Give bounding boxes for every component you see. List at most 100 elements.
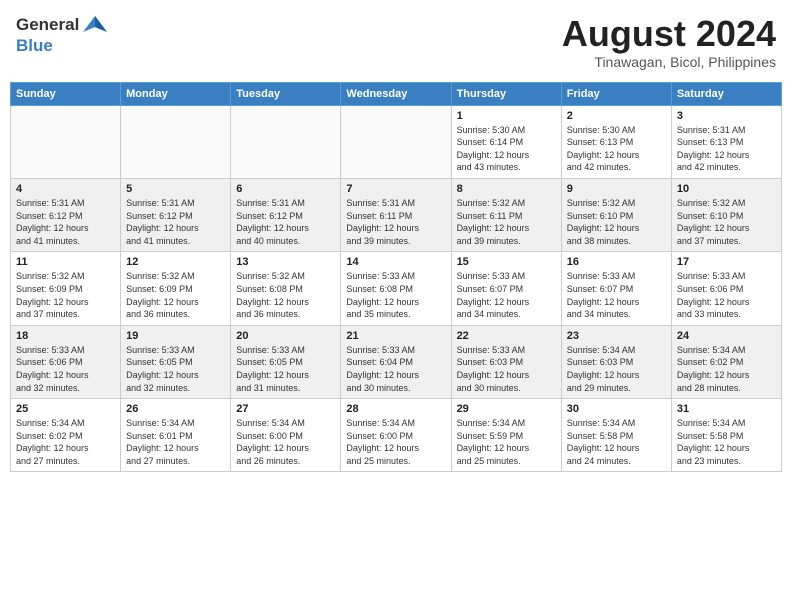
day-info: Sunrise: 5:34 AM Sunset: 5:58 PM Dayligh… xyxy=(677,417,776,467)
day-number: 4 xyxy=(16,183,115,195)
day-number: 27 xyxy=(236,403,335,415)
calendar-cell: 28 Sunrise: 5:34 AM Sunset: 6:00 PM Dayli… xyxy=(341,399,451,472)
day-number: 29 xyxy=(457,403,556,415)
day-info: Sunrise: 5:34 AM Sunset: 6:02 PM Dayligh… xyxy=(677,344,776,394)
col-thursday: Thursday xyxy=(451,82,561,105)
day-info: Sunrise: 5:33 AM Sunset: 6:07 PM Dayligh… xyxy=(567,270,666,320)
calendar-cell xyxy=(11,105,121,178)
day-info: Sunrise: 5:33 AM Sunset: 6:03 PM Dayligh… xyxy=(457,344,556,394)
calendar-header-row: Sunday Monday Tuesday Wednesday Thursday… xyxy=(11,82,782,105)
day-number: 24 xyxy=(677,330,776,342)
col-sunday: Sunday xyxy=(11,82,121,105)
week-row-1: 1 Sunrise: 5:30 AM Sunset: 6:14 PM Daylig… xyxy=(11,105,782,178)
location: Tinawagan, Bicol, Philippines xyxy=(562,54,776,70)
calendar-table: Sunday Monday Tuesday Wednesday Thursday… xyxy=(10,82,782,473)
calendar-cell: 4 Sunrise: 5:31 AM Sunset: 6:12 PM Daylig… xyxy=(11,178,121,251)
calendar-cell: 24 Sunrise: 5:34 AM Sunset: 6:02 PM Dayli… xyxy=(671,325,781,398)
calendar-cell: 1 Sunrise: 5:30 AM Sunset: 6:14 PM Daylig… xyxy=(451,105,561,178)
day-info: Sunrise: 5:33 AM Sunset: 6:05 PM Dayligh… xyxy=(236,344,335,394)
calendar-cell: 2Sunrise: 5:30 AM Sunset: 6:13 PM Daylig… xyxy=(561,105,671,178)
day-info: Sunrise: 5:31 AM Sunset: 6:11 PM Dayligh… xyxy=(346,197,445,247)
calendar-cell: 9 Sunrise: 5:32 AM Sunset: 6:10 PM Daylig… xyxy=(561,178,671,251)
day-number: 15 xyxy=(457,256,556,268)
day-number: 2 xyxy=(567,110,666,122)
calendar-cell: 10Sunrise: 5:32 AM Sunset: 6:10 PM Dayli… xyxy=(671,178,781,251)
day-number: 9 xyxy=(567,183,666,195)
day-info: Sunrise: 5:31 AM Sunset: 6:12 PM Dayligh… xyxy=(126,197,225,247)
header: General Blue August 2024 Tinawagan, Bico… xyxy=(10,10,782,74)
calendar-cell: 31Sunrise: 5:34 AM Sunset: 5:58 PM Dayli… xyxy=(671,399,781,472)
day-number: 12 xyxy=(126,256,225,268)
day-info: Sunrise: 5:32 AM Sunset: 6:08 PM Dayligh… xyxy=(236,270,335,320)
day-info: Sunrise: 5:34 AM Sunset: 5:59 PM Dayligh… xyxy=(457,417,556,467)
calendar-cell: 22 Sunrise: 5:33 AM Sunset: 6:03 PM Dayli… xyxy=(451,325,561,398)
day-number: 19 xyxy=(126,330,225,342)
logo-blue-text: Blue xyxy=(16,36,53,55)
day-number: 1 xyxy=(457,110,556,122)
calendar-cell: 5 Sunrise: 5:31 AM Sunset: 6:12 PM Daylig… xyxy=(121,178,231,251)
col-monday: Monday xyxy=(121,82,231,105)
day-info: Sunrise: 5:32 AM Sunset: 6:10 PM Dayligh… xyxy=(567,197,666,247)
week-row-2: 4 Sunrise: 5:31 AM Sunset: 6:12 PM Daylig… xyxy=(11,178,782,251)
day-info: Sunrise: 5:34 AM Sunset: 6:00 PM Dayligh… xyxy=(236,417,335,467)
day-number: 28 xyxy=(346,403,445,415)
calendar-cell: 7 Sunrise: 5:31 AM Sunset: 6:11 PM Daylig… xyxy=(341,178,451,251)
calendar-cell: 21 Sunrise: 5:33 AM Sunset: 6:04 PM Dayli… xyxy=(341,325,451,398)
day-number: 21 xyxy=(346,330,445,342)
day-number: 11 xyxy=(16,256,115,268)
day-info: Sunrise: 5:34 AM Sunset: 6:01 PM Dayligh… xyxy=(126,417,225,467)
day-info: Sunrise: 5:33 AM Sunset: 6:06 PM Dayligh… xyxy=(677,270,776,320)
week-row-4: 18 Sunrise: 5:33 AM Sunset: 6:06 PM Dayli… xyxy=(11,325,782,398)
calendar-cell xyxy=(121,105,231,178)
day-number: 22 xyxy=(457,330,556,342)
week-row-3: 11 Sunrise: 5:32 AM Sunset: 6:09 PM Dayli… xyxy=(11,252,782,325)
day-number: 7 xyxy=(346,183,445,195)
day-info: Sunrise: 5:31 AM Sunset: 6:12 PM Dayligh… xyxy=(236,197,335,247)
day-info: Sunrise: 5:31 AM Sunset: 6:13 PM Dayligh… xyxy=(677,124,776,174)
calendar-cell: 6 Sunrise: 5:31 AM Sunset: 6:12 PM Daylig… xyxy=(231,178,341,251)
calendar-cell: 18 Sunrise: 5:33 AM Sunset: 6:06 PM Dayli… xyxy=(11,325,121,398)
col-friday: Friday xyxy=(561,82,671,105)
day-number: 26 xyxy=(126,403,225,415)
day-number: 23 xyxy=(567,330,666,342)
calendar-cell: 16Sunrise: 5:33 AM Sunset: 6:07 PM Dayli… xyxy=(561,252,671,325)
day-number: 5 xyxy=(126,183,225,195)
day-number: 18 xyxy=(16,330,115,342)
calendar-cell xyxy=(341,105,451,178)
day-number: 13 xyxy=(236,256,335,268)
calendar-cell: 14Sunrise: 5:33 AM Sunset: 6:08 PM Dayli… xyxy=(341,252,451,325)
day-number: 14 xyxy=(346,256,445,268)
calendar-cell xyxy=(231,105,341,178)
day-info: Sunrise: 5:33 AM Sunset: 6:07 PM Dayligh… xyxy=(457,270,556,320)
calendar-cell: 8 Sunrise: 5:32 AM Sunset: 6:11 PM Daylig… xyxy=(451,178,561,251)
week-row-5: 25Sunrise: 5:34 AM Sunset: 6:02 PM Dayli… xyxy=(11,399,782,472)
day-info: Sunrise: 5:32 AM Sunset: 6:10 PM Dayligh… xyxy=(677,197,776,247)
calendar-cell: 11 Sunrise: 5:32 AM Sunset: 6:09 PM Dayli… xyxy=(11,252,121,325)
col-wednesday: Wednesday xyxy=(341,82,451,105)
calendar-cell: 15 Sunrise: 5:33 AM Sunset: 6:07 PM Dayli… xyxy=(451,252,561,325)
day-info: Sunrise: 5:33 AM Sunset: 6:06 PM Dayligh… xyxy=(16,344,115,394)
day-number: 25 xyxy=(16,403,115,415)
col-tuesday: Tuesday xyxy=(231,82,341,105)
day-info: Sunrise: 5:32 AM Sunset: 6:09 PM Dayligh… xyxy=(16,270,115,320)
day-info: Sunrise: 5:33 AM Sunset: 6:04 PM Dayligh… xyxy=(346,344,445,394)
calendar-cell: 29 Sunrise: 5:34 AM Sunset: 5:59 PM Dayli… xyxy=(451,399,561,472)
day-number: 6 xyxy=(236,183,335,195)
calendar-cell: 23Sunrise: 5:34 AM Sunset: 6:03 PM Dayli… xyxy=(561,325,671,398)
day-number: 20 xyxy=(236,330,335,342)
day-info: Sunrise: 5:30 AM Sunset: 6:14 PM Dayligh… xyxy=(457,124,556,174)
day-number: 8 xyxy=(457,183,556,195)
calendar-cell: 19 Sunrise: 5:33 AM Sunset: 6:05 PM Dayli… xyxy=(121,325,231,398)
col-saturday: Saturday xyxy=(671,82,781,105)
calendar-cell: 3Sunrise: 5:31 AM Sunset: 6:13 PM Daylig… xyxy=(671,105,781,178)
day-info: Sunrise: 5:32 AM Sunset: 6:11 PM Dayligh… xyxy=(457,197,556,247)
day-info: Sunrise: 5:33 AM Sunset: 6:05 PM Dayligh… xyxy=(126,344,225,394)
day-info: Sunrise: 5:34 AM Sunset: 6:00 PM Dayligh… xyxy=(346,417,445,467)
day-number: 17 xyxy=(677,256,776,268)
calendar-cell: 30 Sunrise: 5:34 AM Sunset: 5:58 PM Dayli… xyxy=(561,399,671,472)
title-block: August 2024 Tinawagan, Bicol, Philippine… xyxy=(562,14,776,70)
day-info: Sunrise: 5:31 AM Sunset: 6:12 PM Dayligh… xyxy=(16,197,115,247)
logo-bird-icon xyxy=(81,14,109,36)
day-number: 30 xyxy=(567,403,666,415)
day-info: Sunrise: 5:34 AM Sunset: 5:58 PM Dayligh… xyxy=(567,417,666,467)
